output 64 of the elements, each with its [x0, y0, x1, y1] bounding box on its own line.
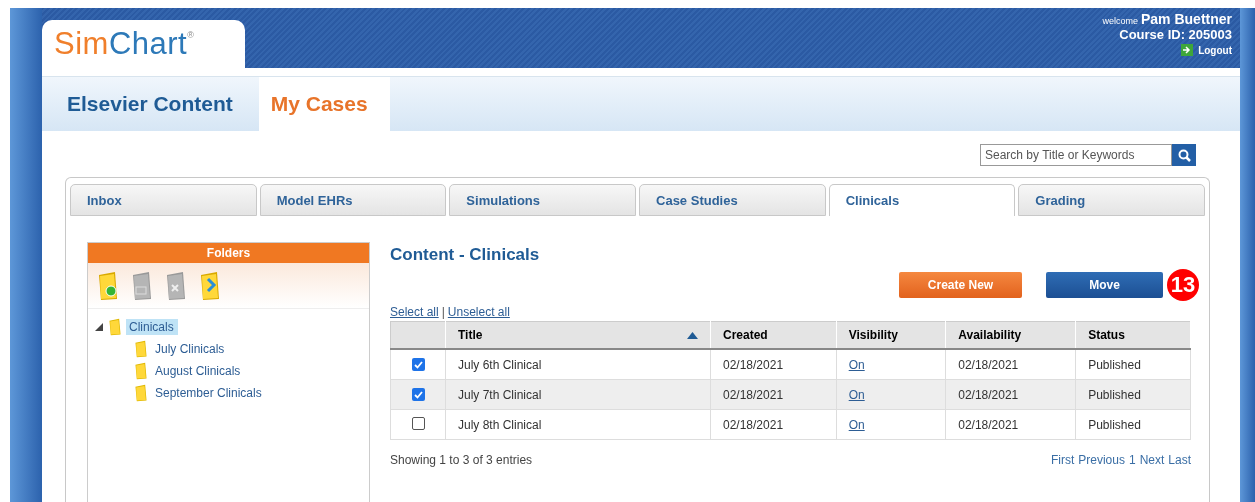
tab[interactable]: Case Studies	[639, 184, 826, 216]
created-cell: 02/18/2021	[710, 409, 837, 440]
column-header[interactable]: Visibility	[836, 321, 946, 349]
column-header[interactable]: Created	[710, 321, 837, 349]
folder-icon	[134, 384, 148, 402]
step-badge: 13	[1167, 269, 1199, 301]
page-link[interactable]: 1	[1128, 453, 1136, 467]
created-cell: 02/18/2021	[710, 349, 837, 380]
row-checkbox[interactable]	[411, 388, 425, 401]
add-folder-icon	[96, 270, 120, 301]
search-button[interactable]	[1172, 144, 1196, 166]
move-button[interactable]: Move	[1046, 272, 1163, 298]
tab[interactable]: Grading	[1018, 184, 1206, 216]
visibility-link[interactable]: On	[848, 357, 865, 372]
page-link[interactable]: Next	[1139, 453, 1165, 467]
page-link[interactable]: First	[1050, 453, 1075, 467]
row-checkbox[interactable]	[411, 358, 425, 371]
row-checkbox[interactable]	[411, 416, 425, 430]
welcome-label: welcome	[1102, 16, 1138, 26]
created-cell: 02/18/2021	[710, 379, 837, 410]
title-cell: July 8th Clinical	[445, 409, 711, 440]
collapse-icon[interactable]	[94, 322, 104, 332]
move-folder-icon	[198, 270, 222, 301]
visibility-link[interactable]: On	[848, 387, 865, 402]
column-header[interactable]: Availability	[945, 321, 1076, 349]
delete-folder-icon	[164, 270, 188, 301]
folder-item[interactable]: August Clinicals	[152, 363, 245, 379]
availability-cell: 02/18/2021	[945, 349, 1076, 380]
separator: |	[441, 305, 445, 319]
column-header[interactable]: Title	[445, 321, 711, 349]
course-id: Course ID: 205003	[1119, 27, 1232, 42]
user-name: Pam Buettner	[1140, 11, 1232, 27]
nav-tab[interactable]: Elsevier Content	[42, 77, 255, 131]
tab[interactable]: Simulations	[449, 184, 636, 216]
unselect-all-link[interactable]: Unselect all	[447, 305, 510, 319]
search-field[interactable]: Search by Title or Keywords	[980, 144, 1172, 166]
entries-summary: Showing 1 to 3 of 3 entries	[390, 453, 533, 467]
title-cell: July 6th Clinical	[445, 349, 711, 380]
search-icon	[1177, 148, 1191, 162]
content-title: Content - Clinicals	[390, 245, 541, 265]
folder-item[interactable]: September Clinicals	[152, 385, 266, 401]
folder-icon	[108, 318, 122, 336]
page-link[interactable]: Previous	[1078, 453, 1125, 467]
tab[interactable]: Inbox	[70, 184, 257, 216]
folder-icon	[134, 362, 148, 380]
title-cell: July 7th Clinical	[445, 379, 711, 410]
logout-icon	[1181, 44, 1194, 56]
availability-cell: 02/18/2021	[945, 379, 1076, 410]
page-link[interactable]: Last	[1168, 453, 1191, 467]
folder-item[interactable]: July Clinicals	[152, 341, 229, 357]
availability-cell: 02/18/2021	[945, 409, 1076, 440]
select-all-link[interactable]: Select all	[390, 305, 439, 319]
folders-header: Folders	[88, 243, 369, 263]
visibility-link[interactable]: On	[848, 417, 865, 432]
status-cell: Published	[1075, 349, 1191, 380]
tab[interactable]: Clinicals	[828, 184, 1016, 216]
status-cell: Published	[1075, 409, 1191, 440]
copy-folder-icon	[130, 270, 154, 301]
logout-link[interactable]: Logout	[1181, 44, 1232, 56]
column-header[interactable]: Status	[1075, 321, 1191, 349]
tab[interactable]: Model EHRs	[259, 184, 447, 216]
folder-item[interactable]: Clinicals	[126, 319, 178, 335]
folder-icon	[134, 340, 148, 358]
status-cell: Published	[1075, 379, 1191, 410]
